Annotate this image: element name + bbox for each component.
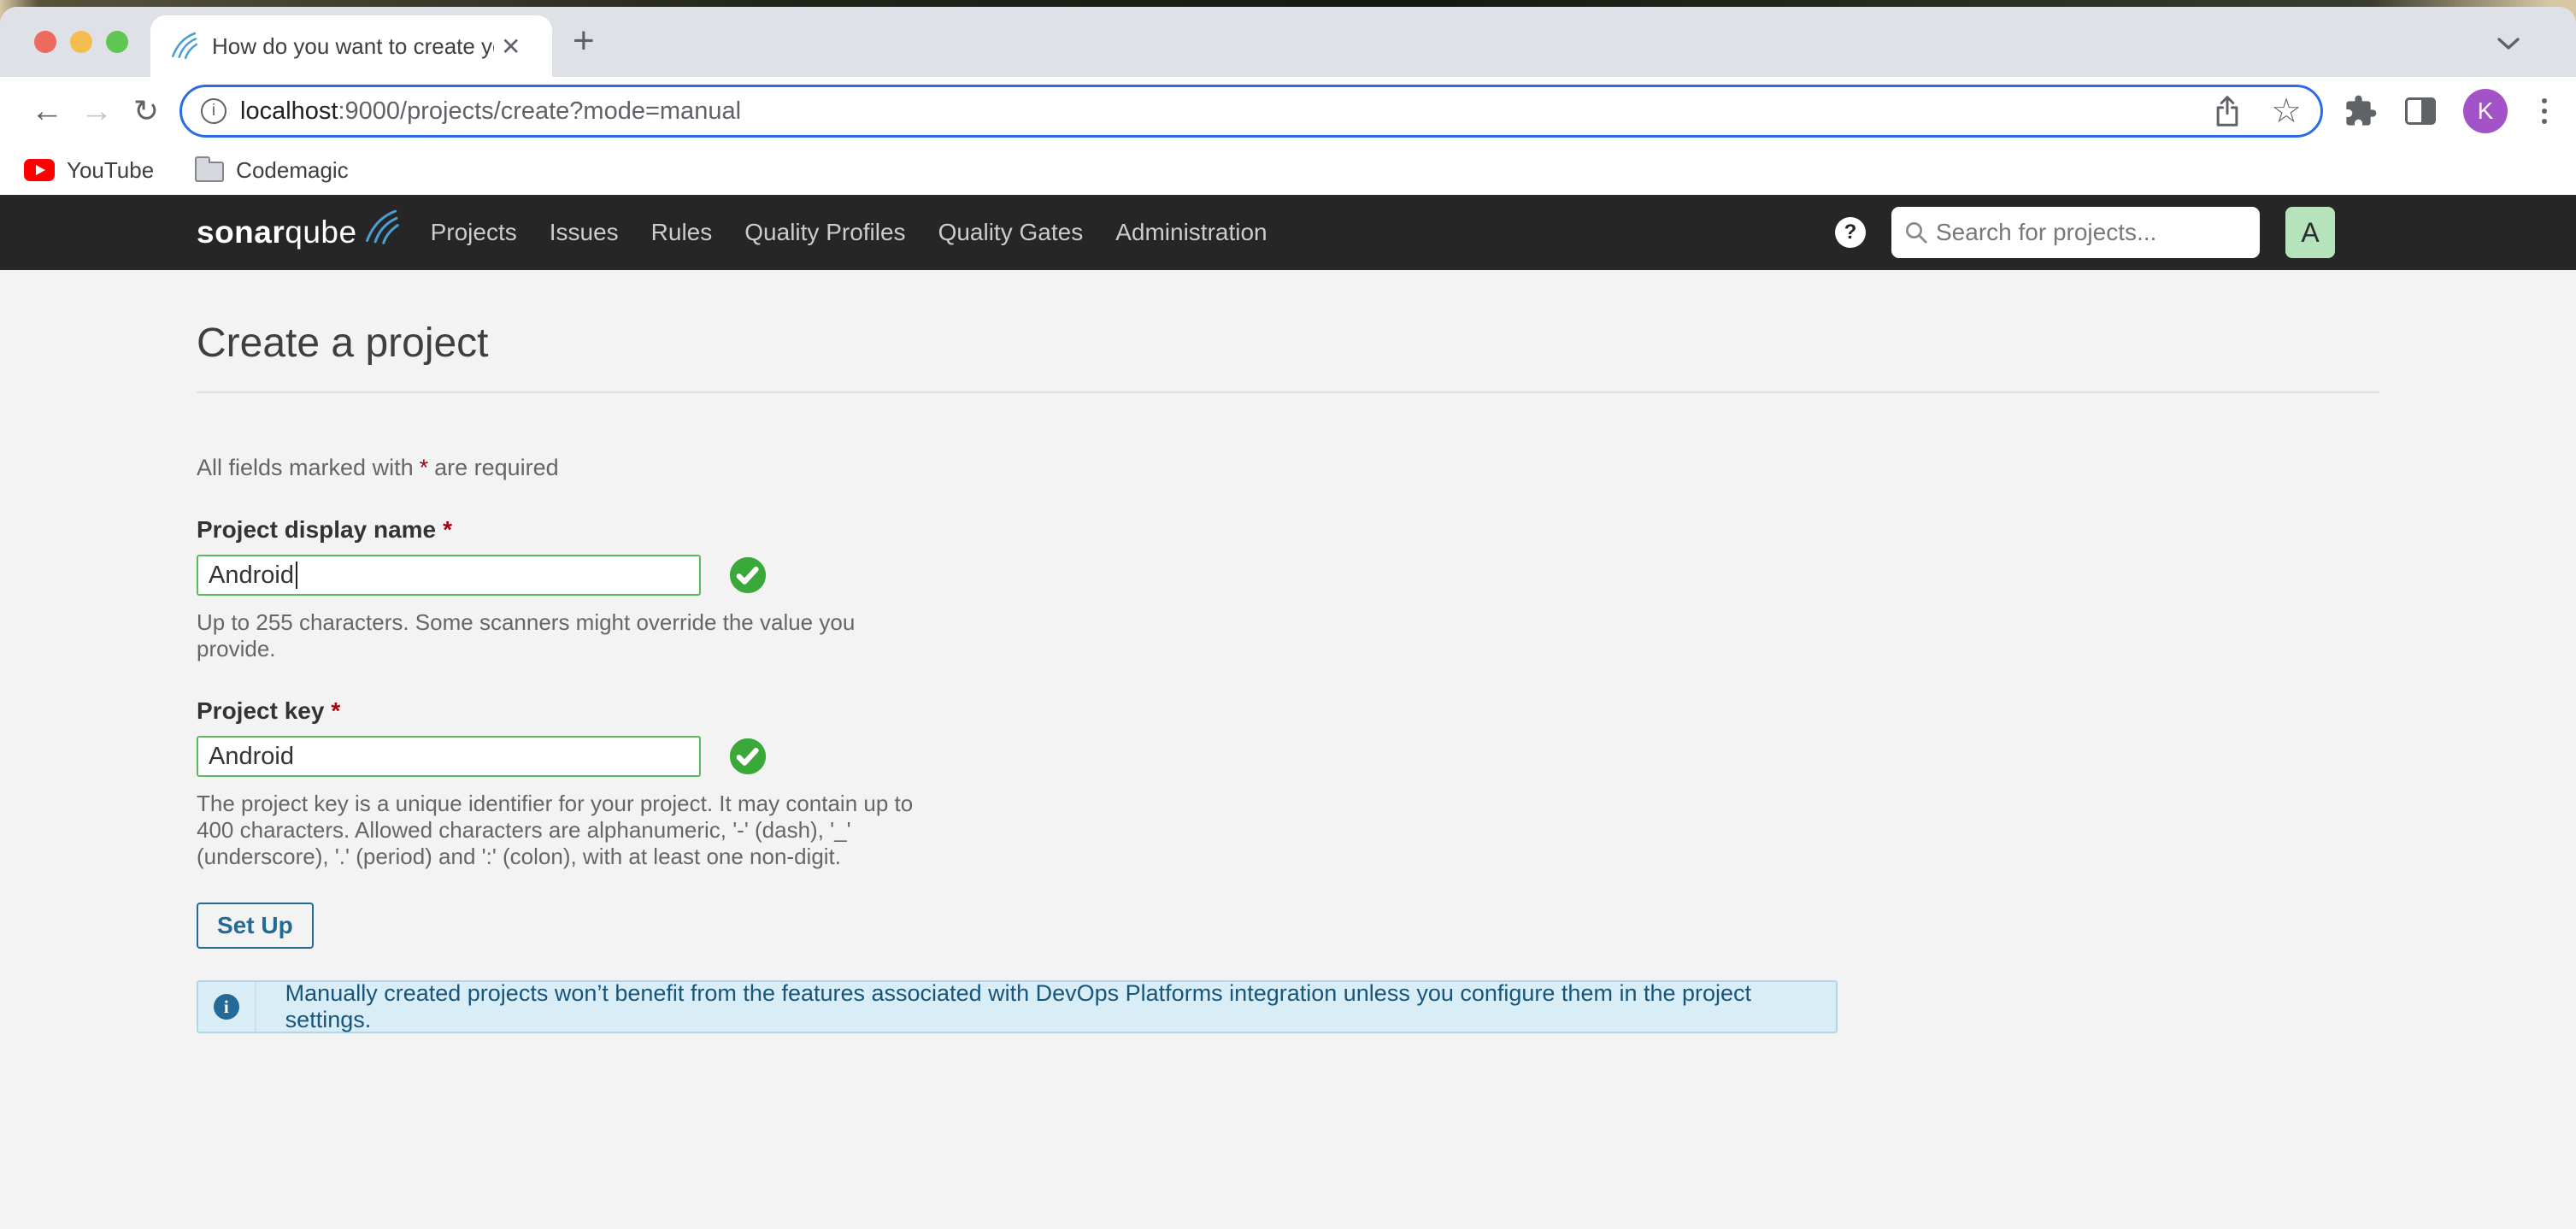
info-banner: i Manually created projects won’t benefi… — [197, 980, 1838, 1033]
url-path: :9000/projects/create?mode=manual — [338, 97, 741, 125]
folder-icon — [195, 162, 224, 182]
browser-menu-icon[interactable] — [2535, 98, 2554, 124]
required-note-prefix: All fields marked with — [197, 455, 414, 480]
logo-qube: qube — [285, 215, 356, 250]
side-panel-icon[interactable] — [2405, 97, 2436, 125]
nav-item-quality-profiles[interactable]: Quality Profiles — [744, 219, 905, 246]
sonarqube-navbar: sonarqube Projects Issues Rules Quality … — [0, 195, 2576, 270]
info-icon: i — [214, 994, 239, 1020]
nav-item-quality-gates[interactable]: Quality Gates — [938, 219, 1084, 246]
bookmark-folder-codemagic[interactable]: Codemagic — [195, 157, 349, 184]
help-icon[interactable]: ? — [1835, 217, 1866, 248]
window-controls — [34, 31, 128, 53]
project-key-label: Project key * — [197, 697, 2576, 726]
input-value: Android — [209, 743, 294, 771]
share-icon[interactable] — [2213, 95, 2242, 127]
text-caret — [296, 562, 297, 589]
required-asterisk: * — [443, 516, 452, 543]
close-window-button[interactable] — [34, 31, 56, 53]
logo-text: sonarqube — [197, 215, 357, 250]
bookmark-label: YouTube — [67, 157, 154, 184]
minimize-window-button[interactable] — [70, 31, 92, 53]
nav-item-issues[interactable]: Issues — [550, 219, 619, 246]
site-info-icon[interactable]: i — [201, 98, 226, 124]
banner-message: Manually created projects won’t benefit … — [256, 982, 1836, 1032]
required-asterisk: * — [420, 455, 429, 480]
display-name-input[interactable]: Android — [197, 555, 701, 596]
search-input[interactable] — [1891, 207, 2260, 258]
sonarqube-favicon-icon — [169, 32, 198, 61]
create-project-page: Create a project All fields marked with*… — [0, 270, 2576, 1229]
banner-icon-cell: i — [198, 982, 256, 1032]
set-up-button[interactable]: Set Up — [197, 903, 314, 949]
back-button[interactable]: ← — [22, 95, 72, 127]
title-divider — [197, 391, 2379, 393]
browser-window: How do you want to create you ✕ + ← → ↻ … — [0, 7, 2576, 1229]
browser-profile-avatar[interactable]: K — [2463, 89, 2508, 133]
project-search — [1891, 207, 2260, 258]
label-text: Project key — [197, 697, 324, 724]
zoom-window-button[interactable] — [106, 31, 128, 53]
valid-check-icon — [728, 556, 768, 595]
required-note-suffix: are required — [434, 455, 559, 480]
bookmarks-bar: YouTube Codemagic — [0, 145, 2576, 195]
url-host: localhost — [240, 97, 338, 125]
required-fields-note: All fields marked with*are required — [197, 455, 2576, 481]
browser-toolbar: ← → ↻ i localhost:9000/projects/create?m… — [0, 77, 2576, 145]
forward-button[interactable]: → — [72, 95, 121, 127]
toolbar-right: K — [2344, 89, 2554, 133]
nav-links: Projects Issues Rules Quality Profiles Q… — [431, 219, 1267, 246]
url-text: localhost:9000/projects/create?mode=manu… — [240, 97, 2203, 126]
bookmark-label: Codemagic — [236, 157, 349, 184]
nav-item-administration[interactable]: Administration — [1115, 219, 1267, 246]
project-key-help: The project key is a unique identifier f… — [197, 791, 2576, 870]
bookmark-star-icon[interactable]: ☆ — [2271, 94, 2302, 128]
tab-strip: How do you want to create you ✕ + — [0, 7, 2576, 77]
display-name-label: Project display name * — [197, 515, 2576, 544]
display-name-row: Android — [197, 555, 2576, 596]
project-key-row: Android — [197, 736, 2576, 777]
extensions-icon[interactable] — [2344, 94, 2378, 128]
sonar-waves-icon — [362, 207, 400, 246]
nav-item-rules[interactable]: Rules — [651, 219, 713, 246]
bookmark-youtube[interactable]: YouTube — [24, 157, 154, 184]
page-title: Create a project — [197, 320, 2576, 368]
sonarqube-logo[interactable]: sonarqube — [197, 215, 400, 250]
tab-search-chevron-icon[interactable] — [2496, 36, 2521, 51]
reload-button[interactable]: ↻ — [121, 96, 171, 126]
label-text: Project display name — [197, 516, 436, 543]
tab-close-icon[interactable]: ✕ — [501, 32, 520, 61]
search-icon — [1903, 220, 1929, 245]
tab-title: How do you want to create you — [212, 33, 494, 60]
input-value: Android — [209, 562, 294, 590]
project-key-input[interactable]: Android — [197, 736, 701, 777]
new-tab-button[interactable]: + — [573, 22, 595, 60]
address-bar[interactable]: i localhost:9000/projects/create?mode=ma… — [179, 85, 2323, 138]
logo-sonar: sonar — [197, 215, 285, 250]
browser-tab[interactable]: How do you want to create you ✕ — [150, 15, 552, 77]
youtube-icon — [24, 159, 55, 181]
required-asterisk: * — [331, 697, 340, 724]
nav-right: ? A — [1835, 207, 2335, 258]
valid-check-icon — [728, 737, 768, 776]
display-name-help: Up to 255 characters. Some scanners migh… — [197, 609, 2576, 662]
address-bar-actions: ☆ — [2213, 94, 2302, 128]
nav-item-projects[interactable]: Projects — [431, 219, 517, 246]
user-avatar[interactable]: A — [2285, 207, 2335, 258]
